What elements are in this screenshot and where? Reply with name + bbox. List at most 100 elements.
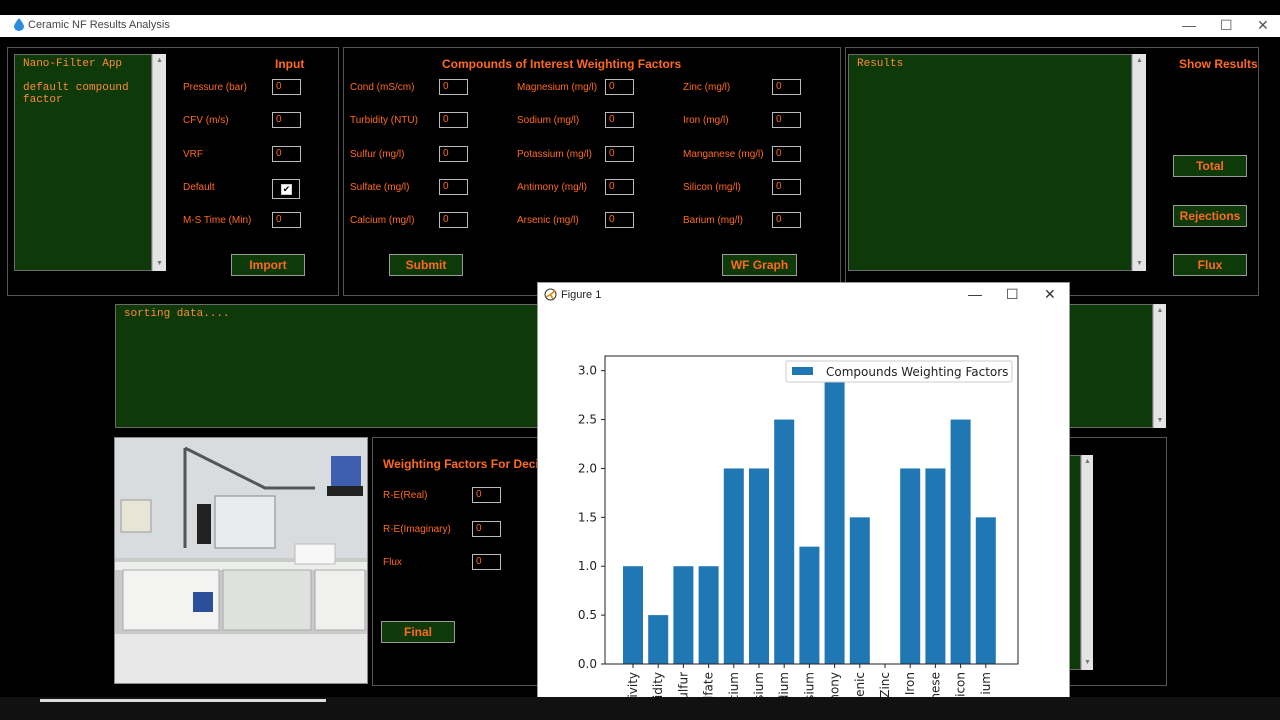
chart-bar — [749, 468, 769, 664]
manganese-label: Manganese (mg/l) — [683, 149, 764, 160]
app-log-scrollbar[interactable]: ▲ ▼ — [152, 54, 166, 271]
figure-window: Figure 1 — ☐ ✕ ivity idity ulfur lfate cium s… — [537, 282, 1070, 700]
x-tick-label: Zinc — [878, 672, 892, 698]
chart-bar — [648, 615, 669, 664]
vrf-input[interactable]: 0 — [272, 146, 301, 162]
rejections-button[interactable]: Rejections — [1173, 205, 1247, 227]
magnesium-input[interactable]: 0 — [605, 79, 634, 95]
calcium-input[interactable]: 0 — [439, 212, 468, 228]
chart-bar — [799, 546, 820, 664]
figure-minimize-icon[interactable]: — — [968, 286, 982, 302]
y-tick-label: 2.0 — [578, 461, 597, 475]
cfv-label: CFV (m/s) — [183, 115, 229, 126]
chart-legend: Compounds Weighting Factors — [785, 360, 1013, 383]
default-checkbox[interactable]: ✔ — [272, 179, 300, 199]
x-tick-label: icon — [954, 672, 968, 697]
sulfur-input[interactable]: 0 — [439, 146, 468, 162]
chart-bar — [849, 517, 870, 664]
window-title: Ceramic NF Results Analysis — [28, 19, 170, 31]
compounds-header: Compounds of Interest Weighting Factors — [442, 57, 682, 71]
close-icon[interactable]: ✕ — [1257, 17, 1269, 34]
arsenic-label: Arsenic (mg/l) — [517, 215, 579, 226]
scroll-down-icon[interactable]: ▼ — [1133, 257, 1146, 271]
lab-equipment-photo — [115, 438, 367, 634]
submit-button[interactable]: Submit — [389, 254, 463, 276]
chart-bar — [900, 468, 921, 664]
pressure-label: Pressure (bar) — [183, 82, 247, 93]
magnesium-label: Magnesium (mg/l) — [517, 82, 598, 93]
ms-time-input[interactable]: 0 — [272, 212, 301, 228]
chart-bar — [925, 468, 946, 664]
scroll-up-icon[interactable]: ▲ — [1082, 455, 1093, 469]
zinc-input[interactable]: 0 — [772, 79, 801, 95]
chart-bar — [950, 419, 971, 664]
checkmark-icon: ✔ — [281, 184, 292, 195]
manganese-input[interactable]: 0 — [772, 146, 801, 162]
flux-input[interactable]: 0 — [472, 554, 501, 570]
app-log-box[interactable]: Nano-Filter App default compound factor — [14, 54, 152, 271]
taskbar-scroll-indicator — [40, 699, 326, 702]
x-tick-label: sium — [752, 672, 766, 699]
scroll-down-icon[interactable]: ▼ — [153, 257, 166, 271]
chart-bar — [673, 566, 694, 664]
chart-bar — [774, 419, 795, 664]
cond-label: Cond (mS/cm) — [350, 82, 415, 93]
scroll-down-icon[interactable]: ▼ — [1082, 656, 1093, 670]
input-header: Input — [275, 57, 305, 71]
sodium-input[interactable]: 0 — [605, 112, 634, 128]
results-scrollbar[interactable]: ▲ ▼ — [1132, 54, 1146, 271]
x-tick-label: cium — [727, 672, 741, 699]
total-button[interactable]: Total — [1173, 155, 1247, 177]
x-tick-label: nese — [928, 672, 942, 699]
import-button[interactable]: Import — [231, 254, 305, 276]
chart-bar — [723, 468, 744, 664]
scroll-up-icon[interactable]: ▲ — [1133, 54, 1146, 68]
photo-frame — [114, 437, 368, 684]
barium-input[interactable]: 0 — [772, 212, 801, 228]
cfv-input[interactable]: 0 — [272, 112, 301, 128]
wf-graph-button[interactable]: WF Graph — [722, 254, 797, 276]
final-button[interactable]: Final — [381, 621, 455, 643]
pressure-input[interactable]: 0 — [272, 79, 301, 95]
iron-label: Iron (mg/l) — [683, 115, 729, 126]
y-tick-label: 0.5 — [578, 608, 597, 622]
flux-label: Flux — [383, 557, 402, 568]
re-imaginary-input[interactable]: 0 — [472, 521, 501, 537]
results-box[interactable]: Results — [848, 54, 1132, 271]
arsenic-input[interactable]: 0 — [605, 212, 634, 228]
scroll-up-icon[interactable]: ▲ — [153, 54, 166, 68]
status-log-scrollbar[interactable]: ▲ ▼ — [1153, 304, 1166, 428]
default-label: Default — [183, 182, 215, 193]
re-real-input[interactable]: 0 — [472, 487, 501, 503]
zinc-label: Zinc (mg/l) — [683, 82, 731, 93]
x-tick-label: Iron — [903, 672, 917, 695]
potassium-label: Potassium (mg/l) — [517, 149, 593, 160]
iron-input[interactable]: 0 — [772, 112, 801, 128]
minimize-icon[interactable]: — — [1182, 17, 1196, 33]
x-tick-label: dium — [777, 672, 791, 699]
y-tick-label: 3.0 — [578, 364, 597, 378]
matplotlib-icon — [544, 288, 557, 304]
y-tick-label: 1.5 — [578, 510, 597, 524]
y-tick-label: 2.5 — [578, 413, 597, 427]
flux-button[interactable]: Flux — [1173, 254, 1247, 276]
chart-bar — [824, 370, 845, 664]
window-title-bar: Ceramic NF Results Analysis — ☐ ✕ — [0, 15, 1280, 37]
scroll-down-icon[interactable]: ▼ — [1154, 414, 1166, 428]
decision-output-box[interactable] — [1069, 455, 1081, 670]
sulfate-input[interactable]: 0 — [439, 179, 468, 195]
potassium-input[interactable]: 0 — [605, 146, 634, 162]
turbidity-input[interactable]: 0 — [439, 112, 468, 128]
figure-close-icon[interactable]: ✕ — [1044, 286, 1056, 303]
maximize-icon[interactable]: ☐ — [1220, 17, 1233, 34]
app-drop-icon — [14, 18, 24, 34]
cond-input[interactable]: 0 — [439, 79, 468, 95]
antimony-input[interactable]: 0 — [605, 179, 634, 195]
figure-maximize-icon[interactable]: ☐ — [1006, 286, 1019, 303]
decision-scrollbar[interactable]: ▲ ▼ — [1081, 455, 1093, 670]
scroll-up-icon[interactable]: ▲ — [1154, 304, 1166, 318]
barium-label: Barium (mg/l) — [683, 215, 744, 226]
weighting-header: Weighting Factors For Decisi — [383, 457, 549, 471]
silicon-input[interactable]: 0 — [772, 179, 801, 195]
taskbar — [0, 697, 1280, 720]
